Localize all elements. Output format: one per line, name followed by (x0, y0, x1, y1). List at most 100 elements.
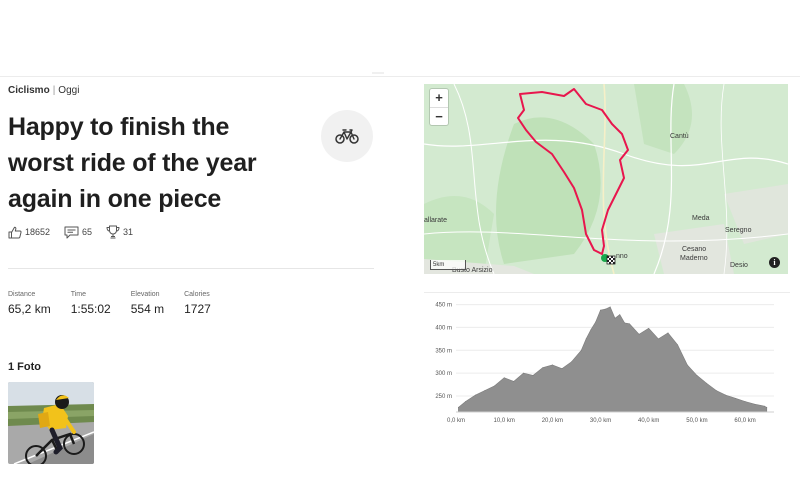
comments-count: 65 (82, 227, 93, 237)
stat-label: Time (70, 291, 86, 298)
elevation-point (532, 375, 534, 376)
elevation-point (744, 401, 746, 402)
elevation-point (696, 375, 698, 376)
elevation-point (605, 308, 606, 310)
elevation-point (484, 390, 486, 391)
map-place-label: Desio (730, 262, 748, 269)
elevation-point (619, 314, 621, 315)
y-tick-label: 250 m (435, 394, 452, 400)
x-tick-label: 10,0 km (494, 418, 515, 424)
stat-value: 1:55:02 (70, 302, 111, 316)
elevation-point (715, 390, 717, 391)
elevation-point (629, 323, 630, 325)
stats-row: Distance 65,2 km Time 1:55:02 Elevation … (8, 290, 231, 316)
y-tick-label: 300 m (435, 371, 452, 377)
elevation-point (458, 407, 459, 408)
stat-label: Elevation (130, 291, 160, 298)
nav-divider-mark (372, 72, 384, 74)
top-nav-bar (0, 0, 800, 77)
stat-value: 554 m (130, 302, 165, 316)
x-tick-label: 20,0 km (542, 418, 563, 424)
achievements-button[interactable]: 31 (106, 225, 133, 239)
map-place-label: Seregno (725, 227, 752, 234)
x-tick-label: 40,0 km (638, 418, 659, 424)
x-tick-label: 60,0 km (734, 418, 755, 424)
social-bar: 18652 65 31 (8, 225, 147, 239)
elevation-point (706, 382, 707, 384)
map-place-label: allarate (424, 217, 447, 224)
stat-calories: Calories 1727 (184, 290, 211, 316)
sport-type[interactable]: Ciclismo (8, 85, 50, 96)
cyclist-photo (8, 382, 94, 464)
elevation-point (764, 405, 765, 407)
activity-date: Oggi (58, 85, 80, 96)
map-place-label: Cesano (682, 246, 707, 253)
comments-button[interactable]: 65 (64, 226, 92, 239)
photos-heading: 1 Foto (8, 361, 41, 373)
x-tick-label: 0,0 km (447, 418, 465, 424)
bicycle-icon (335, 129, 359, 144)
y-tick-label: 400 m (435, 325, 452, 331)
comment-icon (64, 226, 79, 238)
activity-breadcrumb: Ciclismo | Oggi (8, 84, 374, 98)
elevation-point (609, 306, 611, 308)
elevation-point (595, 321, 597, 323)
elevation-point (754, 403, 756, 405)
map-place-label: Maderno (680, 255, 708, 262)
map-place-label: Cantù (670, 133, 689, 140)
elevation-point (667, 332, 669, 334)
y-tick-label: 350 m (435, 348, 452, 354)
stat-time: Time 1:55:02 (71, 290, 111, 316)
x-tick-label: 50,0 km (686, 418, 707, 424)
y-tick-label: 450 m (435, 303, 452, 309)
elevation-point (552, 364, 553, 366)
elevation-point (494, 385, 495, 387)
elevation-point (600, 309, 601, 311)
route-map[interactable]: + − Cantù Meda Seregno Cesano Maderno De… (424, 84, 788, 274)
stat-value: 1727 (184, 302, 211, 316)
stat-label: Distance (8, 291, 36, 298)
elevation-point (766, 407, 768, 408)
activity-panel: Ciclismo | Oggi Happy to finish the worst … (8, 84, 374, 464)
stat-elevation: Elevation 554 m (131, 290, 164, 316)
title-line: worst ride of the year (8, 149, 257, 177)
map-scale: 5km (430, 260, 466, 270)
activity-title: Happy to finish the worst ride of the ye… (8, 109, 308, 217)
elevation-point (590, 329, 592, 331)
stat-distance: Distance 65,2 km (8, 290, 51, 316)
kudos-count: 18652 (25, 227, 51, 237)
elevation-point (503, 377, 505, 379)
elevation-point (474, 394, 476, 396)
elevation-point (614, 317, 616, 319)
elevation-chart: 250 m 300 m 350 m 400 m 450 m 0,0 km 10,0 km 20… (435, 303, 774, 424)
achievements-count: 31 (123, 227, 134, 237)
stat-value: 65,2 km (8, 302, 51, 316)
elevation-point (638, 333, 640, 335)
x-tick-label: 30,0 km (590, 418, 611, 424)
elevation-point (677, 344, 678, 346)
elevation-point (523, 372, 524, 374)
zoom-out-button[interactable]: − (430, 107, 448, 125)
map-background (424, 84, 788, 274)
elevation-area (458, 306, 768, 413)
zoom-in-button[interactable]: + (430, 89, 448, 107)
elevation-point (658, 338, 659, 340)
stat-label: Calories (184, 291, 210, 298)
map-info-icon[interactable]: i (769, 257, 780, 268)
elevation-point (542, 367, 544, 369)
elevation-point (585, 338, 587, 340)
section-divider (8, 268, 374, 269)
trophy-icon (106, 225, 120, 239)
map-place-label: nno (616, 253, 628, 260)
elevation-point (735, 397, 736, 399)
map-place-label: Meda (692, 215, 710, 222)
activity-photo[interactable] (8, 382, 94, 464)
elevation-point (513, 381, 515, 382)
elevation-point (465, 401, 466, 402)
map-zoom-controls: + − (430, 89, 448, 125)
breadcrumb-separator: | (52, 85, 56, 96)
kudos-button[interactable]: 18652 (8, 226, 50, 239)
elevation-divider (424, 292, 790, 293)
title-line: again in one piece (8, 185, 222, 213)
elevation-point (725, 394, 727, 396)
